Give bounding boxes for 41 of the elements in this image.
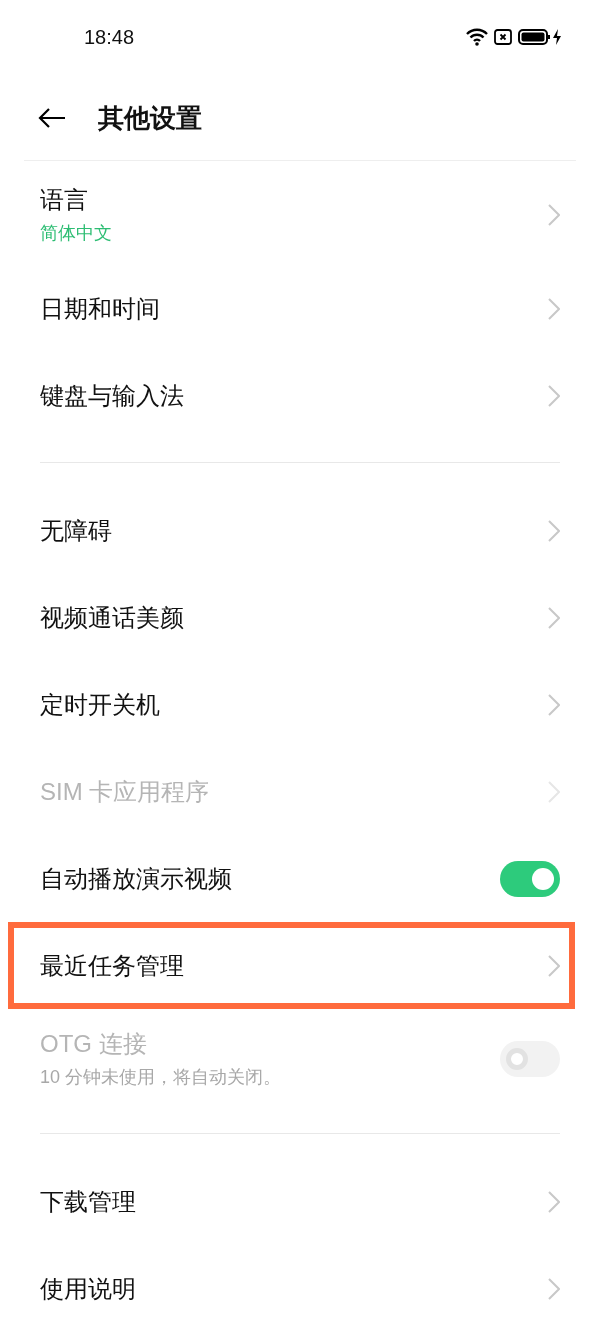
row-label: 语言 [40,185,89,215]
row-label: 最近任务管理 [40,950,184,981]
row-label: 下载管理 [40,1186,136,1217]
chevron-right-icon [548,519,560,542]
settings-row[interactable]: 无障碍 [0,487,600,574]
chevron-right-icon [548,1277,560,1300]
chevron-right-icon [548,954,560,977]
back-arrow-icon[interactable] [38,108,66,128]
page-title: 其他设置 [98,101,202,135]
chevron-right-icon [548,297,560,320]
settings-row[interactable]: 键盘与输入法 [0,352,600,439]
settings-row[interactable]: 视频通话美颜 [0,574,600,661]
settings-row[interactable]: 自动播放演示视频 [0,835,600,922]
settings-row[interactable]: 定时开关机 [0,661,600,748]
no-sim-icon [494,29,512,45]
wifi-icon [466,28,488,46]
row-label: 定时开关机 [40,689,160,720]
row-label: 视频通话美颜 [40,602,184,633]
settings-row[interactable]: 下载管理 [0,1158,600,1245]
chevron-right-icon [548,1190,560,1213]
settings-row[interactable]: 最近任务管理 [8,922,575,1009]
chevron-right-icon [548,693,560,716]
row-subtitle: 10 分钟未使用，将自动关闭。 [40,1066,282,1089]
battery-charging-icon [518,28,562,46]
row-label: 无障碍 [40,515,112,546]
row-label: 自动播放演示视频 [40,863,232,894]
status-time: 18:48 [84,25,135,50]
row-label: 日期和时间 [40,293,160,324]
toggle-switch[interactable] [500,860,560,897]
row-label: SIM 卡应用程序 [40,776,210,807]
chevron-right-icon [548,204,560,226]
row-label: 使用说明 [40,1273,136,1304]
row-subtitle: 简体中文 [40,222,112,245]
chevron-right-icon [548,606,560,629]
chevron-right-icon [548,780,560,803]
row-label: 键盘与输入法 [40,380,184,411]
settings-row[interactable]: 使用说明 [0,1245,600,1332]
row-label: OTG 连接 [40,1029,148,1059]
settings-row[interactable]: 语言 简体中文 [0,165,600,265]
settings-row[interactable]: 日期和时间 [0,265,600,352]
chevron-right-icon [548,384,560,407]
